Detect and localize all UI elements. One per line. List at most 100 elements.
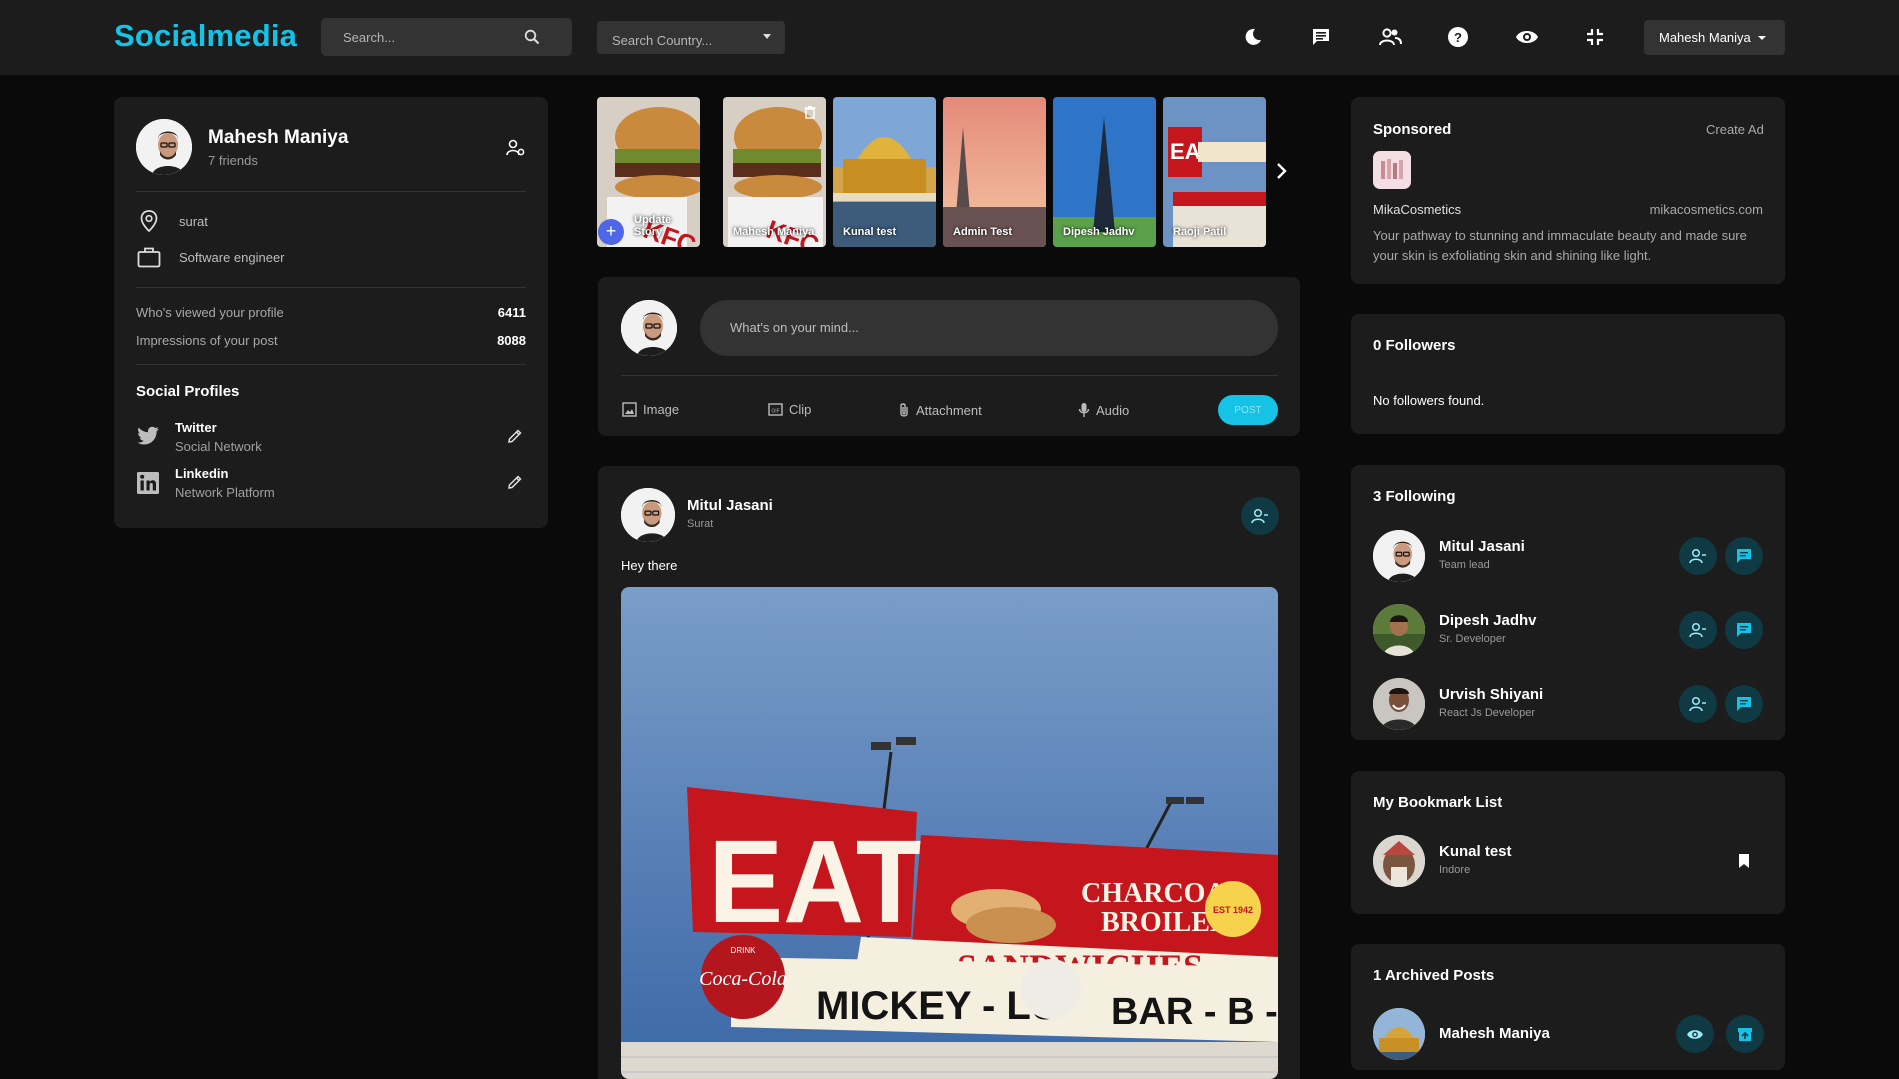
- search-icon[interactable]: [524, 29, 540, 45]
- brand-logo[interactable]: Socialmedia: [114, 18, 297, 54]
- sign-word: BAR - B - Q: [1111, 991, 1278, 1033]
- bookmark-title: My Bookmark List: [1373, 794, 1503, 811]
- story-item[interactable]: Kunal test: [833, 97, 936, 247]
- following-role: Sr. Developer: [1439, 633, 1506, 645]
- add-attachment-button[interactable]: Attachment: [898, 402, 982, 419]
- avatar[interactable]: [1373, 678, 1425, 730]
- audio-label: Audio: [1096, 402, 1130, 418]
- unfollow-button[interactable]: [1679, 537, 1717, 575]
- bookmark-icon[interactable]: [1738, 853, 1750, 874]
- friends-icon[interactable]: [1377, 24, 1403, 50]
- message-icon: [1737, 549, 1751, 563]
- story-label: Admin Test: [953, 226, 1013, 238]
- following-title: 3 Following: [1373, 488, 1456, 505]
- sponsor-logo[interactable]: [1373, 151, 1411, 189]
- edit-linkedin-icon[interactable]: [507, 474, 523, 495]
- profile-location: surat: [179, 214, 208, 229]
- add-story-icon[interactable]: +: [598, 219, 624, 245]
- search-input[interactable]: Search...: [321, 18, 572, 56]
- user-menu-dropdown[interactable]: Mahesh Maniya: [1644, 20, 1785, 55]
- chevron-down-icon: [763, 34, 771, 39]
- svg-text:?: ?: [1454, 30, 1462, 45]
- sponsor-description: Your pathway to stunning and immaculate …: [1373, 228, 1747, 263]
- followers-title: 0 Followers: [1373, 337, 1456, 354]
- post-input[interactable]: What's on your mind...: [700, 300, 1278, 356]
- sponsor-url[interactable]: mikacosmetics.com: [1644, 202, 1763, 217]
- moon-icon[interactable]: [1240, 24, 1266, 50]
- impressions-label: Impressions of your post: [136, 333, 278, 348]
- briefcase-icon: [137, 246, 161, 273]
- linkedin-sub: Network Platform: [175, 485, 275, 500]
- avatar[interactable]: [621, 488, 675, 542]
- post-image[interactable]: EAT CHARCOAL BROILED EST 1942 SANDWICHES…: [621, 587, 1278, 1079]
- story-item[interactable]: EAT Raoji Patil: [1163, 97, 1266, 247]
- post-input-placeholder: What's on your mind...: [730, 320, 859, 335]
- image-icon: [622, 402, 637, 417]
- avatar[interactable]: [1373, 604, 1425, 656]
- country-select[interactable]: Search Country...: [597, 21, 785, 54]
- edit-twitter-icon[interactable]: [507, 428, 523, 449]
- remove-user-icon: [1689, 696, 1706, 712]
- sign-word: EST 1942: [1213, 905, 1253, 915]
- remove-user-icon: [1689, 622, 1706, 638]
- unarchive-button[interactable]: [1726, 1015, 1764, 1053]
- help-icon[interactable]: ?: [1445, 24, 1471, 50]
- story-item[interactable]: KFC + Update Story: [597, 97, 700, 247]
- clip-icon: GIF: [768, 403, 783, 416]
- add-image-button[interactable]: Image: [622, 402, 679, 417]
- story-label: Mahesh Maniya: [733, 226, 815, 238]
- profile-views-label: Who's viewed your profile: [136, 305, 284, 320]
- svg-text:GIF: GIF: [771, 409, 779, 415]
- twitter-name[interactable]: Twitter: [175, 420, 217, 435]
- chat-icon[interactable]: [1308, 24, 1334, 50]
- add-audio-button[interactable]: Audio: [1078, 402, 1129, 418]
- following-name[interactable]: Urvish Shiyani: [1439, 686, 1543, 703]
- story-item[interactable]: Dipesh Jadhv: [1053, 97, 1156, 247]
- story-item[interactable]: KFC Mahesh Maniya: [723, 97, 826, 247]
- location-icon: [140, 210, 158, 237]
- avatar[interactable]: [1373, 530, 1425, 582]
- divider: [621, 375, 1278, 376]
- message-button[interactable]: [1725, 685, 1763, 723]
- sponsor-name[interactable]: MikaCosmetics: [1373, 202, 1461, 217]
- country-placeholder: Search Country...: [612, 33, 713, 48]
- sponsored-title: Sponsored: [1373, 121, 1452, 138]
- message-button[interactable]: [1725, 611, 1763, 649]
- avatar[interactable]: [1373, 1008, 1425, 1060]
- chevron-down-icon: [1757, 35, 1766, 40]
- eye-icon[interactable]: [1514, 24, 1540, 50]
- chevron-right-icon[interactable]: [1276, 162, 1288, 185]
- unfollow-button[interactable]: [1679, 611, 1717, 649]
- story-item[interactable]: Admin Test: [943, 97, 1046, 247]
- following-name[interactable]: Dipesh Jadhv: [1439, 612, 1537, 629]
- following-name[interactable]: Mitul Jasani: [1439, 538, 1525, 555]
- avatar[interactable]: [1373, 835, 1425, 887]
- create-ad-link[interactable]: Create Ad: [1706, 122, 1764, 137]
- user-menu-label: Mahesh Maniya: [1659, 30, 1751, 45]
- message-button[interactable]: [1725, 537, 1763, 575]
- message-icon: [1737, 697, 1751, 711]
- post-text: Hey there: [621, 558, 678, 573]
- manage-account-icon[interactable]: [506, 139, 526, 162]
- linkedin-name[interactable]: Linkedin: [175, 466, 228, 481]
- sign-word: EAT: [708, 816, 924, 947]
- unfollow-button[interactable]: [1679, 685, 1717, 723]
- profile-name[interactable]: Mahesh Maniya: [208, 127, 348, 149]
- archived-name[interactable]: Mahesh Maniya: [1439, 1025, 1550, 1042]
- post-author[interactable]: Mitul Jasani: [687, 497, 773, 514]
- top-navbar: Socialmedia Search... Search Country... …: [0, 0, 1899, 75]
- avatar[interactable]: [136, 119, 192, 175]
- view-archived-button[interactable]: [1676, 1015, 1714, 1053]
- profile-job: Software engineer: [179, 250, 285, 265]
- post-button[interactable]: POST: [1218, 395, 1278, 425]
- delete-story-icon[interactable]: [804, 105, 816, 124]
- divider: [136, 287, 526, 288]
- add-clip-button[interactable]: GIF Clip: [768, 402, 811, 417]
- unfollow-button[interactable]: [1241, 497, 1279, 535]
- remove-user-icon: [1251, 508, 1268, 524]
- eye-icon: [1687, 1029, 1703, 1039]
- story-label: Raoji Patil: [1173, 226, 1227, 238]
- bookmark-name[interactable]: Kunal test: [1439, 843, 1512, 860]
- twitter-sub: Social Network: [175, 439, 262, 454]
- collapse-icon[interactable]: [1582, 24, 1608, 50]
